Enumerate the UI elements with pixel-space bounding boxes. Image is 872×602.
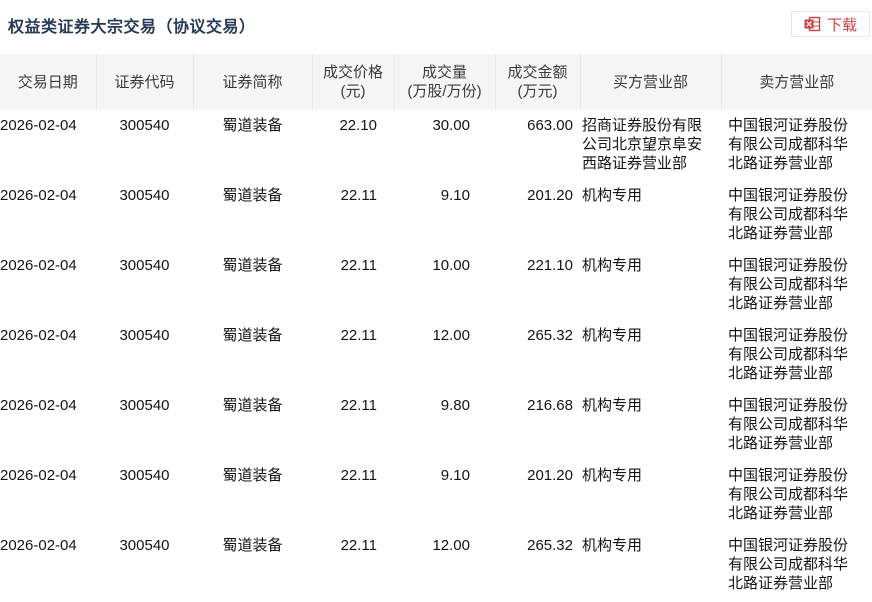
cell-security-name: 蜀道装备 bbox=[222, 187, 283, 204]
cell-seller-branch: 中国银河证券股份有限公司成都科华北路证券营业部 bbox=[728, 257, 849, 312]
cell-amount: 221.10 bbox=[527, 257, 573, 274]
download-button[interactable]: 下载 bbox=[791, 11, 870, 37]
column-header-security-name: 证券简称 bbox=[192, 54, 312, 110]
cell-seller-branch: 中国银河证券股份有限公司成都科华北路证券营业部 bbox=[728, 117, 849, 172]
cell-amount: 663.00 bbox=[527, 117, 573, 134]
cell-buyer-branch: 机构专用 bbox=[582, 187, 643, 204]
cell-trade-date: 2026-02-04 bbox=[0, 397, 77, 414]
cell-amount: 216.68 bbox=[527, 397, 573, 414]
cell-amount: 201.20 bbox=[527, 187, 573, 204]
cell-trade-date: 2026-02-04 bbox=[0, 187, 77, 204]
cell-price: 22.11 bbox=[340, 327, 377, 344]
column-header-seller-branch: 卖方营业部 bbox=[720, 54, 872, 110]
page-header: 权益类证券大宗交易（协议交易） 下载 bbox=[0, 0, 872, 54]
cell-amount: 265.32 bbox=[527, 537, 573, 554]
table-row: 2026-02-04 300540 蜀道装备 22.11 9.10 201.20… bbox=[0, 180, 872, 250]
cell-buyer-branch: 机构专用 bbox=[582, 537, 643, 554]
cell-trade-date: 2026-02-04 bbox=[0, 257, 77, 274]
cell-volume: 10.00 bbox=[432, 257, 470, 274]
excel-file-icon bbox=[804, 16, 821, 32]
cell-security-name: 蜀道装备 bbox=[222, 257, 283, 274]
cell-buyer-branch: 机构专用 bbox=[582, 257, 643, 274]
cell-price: 22.11 bbox=[340, 187, 377, 204]
table-row: 2026-02-04 300540 蜀道装备 22.11 12.00 265.3… bbox=[0, 530, 872, 600]
table-row: 2026-02-04 300540 蜀道装备 22.10 30.00 663.0… bbox=[0, 110, 872, 180]
cell-security-code: 300540 bbox=[119, 117, 170, 134]
cell-security-code: 300540 bbox=[119, 537, 170, 554]
table-header-row: 交易日期 证券代码 证券简称 成交价格 (元) 成交量 (万股/万份) 成交金额… bbox=[0, 54, 872, 110]
column-header-price: 成交价格 (元) bbox=[311, 54, 394, 110]
cell-security-code: 300540 bbox=[119, 327, 170, 344]
table-row: 2026-02-04 300540 蜀道装备 22.11 9.10 201.20… bbox=[0, 460, 872, 530]
cell-security-name: 蜀道装备 bbox=[222, 397, 283, 414]
cell-price: 22.10 bbox=[339, 117, 377, 134]
cell-volume: 9.80 bbox=[440, 397, 470, 414]
cell-trade-date: 2026-02-04 bbox=[0, 467, 77, 484]
column-header-security-code: 证券代码 bbox=[95, 54, 193, 110]
cell-seller-branch: 中国银河证券股份有限公司成都科华北路证券营业部 bbox=[728, 537, 849, 592]
cell-buyer-branch: 机构专用 bbox=[582, 397, 643, 414]
cell-seller-branch: 中国银河证券股份有限公司成都科华北路证券营业部 bbox=[728, 327, 849, 382]
cell-security-name: 蜀道装备 bbox=[222, 327, 283, 344]
cell-trade-date: 2026-02-04 bbox=[0, 117, 77, 134]
cell-price: 22.11 bbox=[340, 467, 377, 484]
cell-trade-date: 2026-02-04 bbox=[0, 327, 77, 344]
cell-volume: 30.00 bbox=[432, 117, 470, 134]
table-row: 2026-02-04 300540 蜀道装备 22.11 10.00 221.1… bbox=[0, 250, 872, 320]
cell-volume: 12.00 bbox=[432, 537, 470, 554]
cell-security-code: 300540 bbox=[119, 397, 170, 414]
cell-security-code: 300540 bbox=[119, 257, 170, 274]
cell-volume: 9.10 bbox=[440, 467, 470, 484]
cell-security-code: 300540 bbox=[119, 187, 170, 204]
cell-security-name: 蜀道装备 bbox=[222, 537, 283, 554]
download-button-label: 下载 bbox=[826, 16, 857, 34]
cell-seller-branch: 中国银河证券股份有限公司成都科华北路证券营业部 bbox=[728, 397, 849, 452]
table-row: 2026-02-04 300540 蜀道装备 22.11 9.80 216.68… bbox=[0, 390, 872, 460]
cell-buyer-branch: 招商证券股份有限公司北京望京阜安西路证券营业部 bbox=[582, 117, 703, 172]
column-header-volume: 成交量 (万股/万份) bbox=[393, 54, 495, 110]
cell-buyer-branch: 机构专用 bbox=[582, 467, 643, 484]
page-title: 权益类证券大宗交易（协议交易） bbox=[8, 19, 256, 36]
table-row: 2026-02-04 300540 蜀道装备 22.11 12.00 265.3… bbox=[0, 320, 872, 390]
cell-security-name: 蜀道装备 bbox=[222, 467, 283, 484]
cell-price: 22.11 bbox=[340, 397, 377, 414]
block-trades-table: 交易日期 证券代码 证券简称 成交价格 (元) 成交量 (万股/万份) 成交金额… bbox=[0, 54, 872, 600]
cell-volume: 9.10 bbox=[440, 187, 470, 204]
cell-volume: 12.00 bbox=[432, 327, 470, 344]
column-header-trade-date: 交易日期 bbox=[0, 54, 96, 110]
cell-seller-branch: 中国银河证券股份有限公司成都科华北路证券营业部 bbox=[728, 187, 849, 242]
cell-seller-branch: 中国银河证券股份有限公司成都科华北路证券营业部 bbox=[728, 467, 849, 522]
cell-trade-date: 2026-02-04 bbox=[0, 537, 77, 554]
cell-amount: 265.32 bbox=[527, 327, 573, 344]
column-header-amount: 成交金额 (万元) bbox=[494, 54, 580, 110]
cell-buyer-branch: 机构专用 bbox=[582, 327, 643, 344]
cell-price: 22.11 bbox=[340, 537, 377, 554]
cell-price: 22.11 bbox=[340, 257, 377, 274]
column-header-buyer-branch: 买方营业部 bbox=[579, 54, 721, 110]
cell-security-name: 蜀道装备 bbox=[222, 117, 283, 134]
cell-security-code: 300540 bbox=[119, 467, 170, 484]
cell-amount: 201.20 bbox=[527, 467, 573, 484]
